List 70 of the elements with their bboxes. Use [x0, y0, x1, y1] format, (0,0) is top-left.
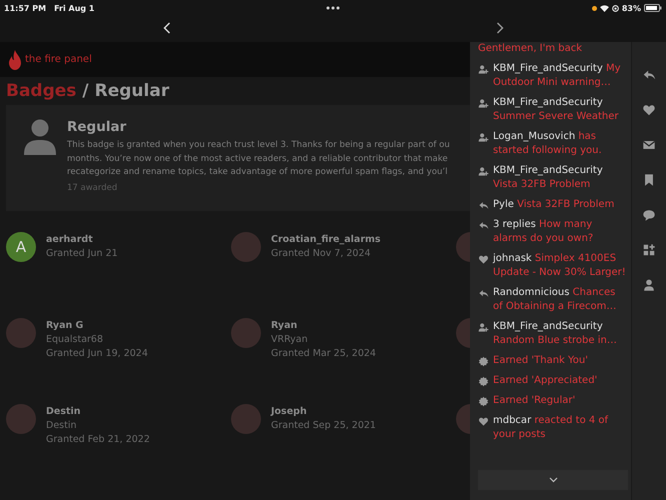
notification-item[interactable]: Pyle Vista 32FB Problem [493, 198, 614, 212]
indicator-dot-icon [592, 6, 597, 10]
notification-item[interactable]: KBM_Fire_andSecurity Summer Severe Weather [493, 96, 626, 124]
battery-percent: 83% [622, 4, 641, 12]
notification-item[interactable]: Logan_Musovich has started following you. [493, 130, 626, 158]
badge-icon [478, 396, 489, 407]
user-name[interactable]: Ryan [271, 318, 376, 331]
notification-item[interactable]: 3 replies How many alarms do you own? [493, 218, 626, 246]
user-name[interactable]: Destin [46, 404, 150, 417]
badge-title: Regular [67, 119, 128, 135]
reply-icon[interactable] [642, 68, 656, 82]
notification-item[interactable]: Earned 'Thank You' [493, 354, 588, 368]
breadcrumb-separator: / [82, 81, 89, 101]
apps-icon[interactable] [642, 243, 656, 257]
back-chevron-icon[interactable] [162, 22, 170, 34]
user-add-icon [478, 64, 489, 75]
user-avatar[interactable]: A [6, 232, 36, 262]
notification-item[interactable]: johnask Simplex 4100ES Update - Now 30% Larger! [493, 252, 626, 280]
status-time: 11:57 PM [4, 4, 46, 12]
member-detail: Equalstar68 [46, 334, 104, 345]
notification-item[interactable]: Gentlemen, I'm back [478, 42, 582, 56]
user-add-icon [478, 166, 489, 177]
battery-icon [644, 4, 662, 12]
heart-icon [478, 416, 489, 427]
forward-chevron-icon[interactable] [496, 22, 504, 34]
member-detail: VRRyan [271, 334, 309, 345]
user-name[interactable]: Croatian_fire_alarms [271, 232, 381, 245]
user-add-icon [478, 98, 489, 109]
member-detail: Granted Jun 19, 2024 [46, 348, 148, 359]
notification-item[interactable]: KBM_Fire_andSecurity Random Blue strobe in… [493, 320, 626, 348]
heart-icon [478, 254, 489, 265]
chat-icon[interactable] [642, 208, 656, 222]
user-name[interactable]: Ryan G [46, 318, 148, 331]
mail-icon[interactable] [642, 138, 656, 152]
notification-item[interactable]: Earned 'Appreciated' [493, 374, 598, 388]
user-icon[interactable] [642, 278, 656, 292]
member-detail: Granted Sep 25, 2021 [271, 420, 376, 431]
user-name[interactable]: Joseph [271, 404, 376, 417]
notification-item[interactable]: mdbcar reacted to 4 of your posts [493, 414, 626, 442]
reply-icon [478, 288, 489, 299]
notification-item[interactable]: Earned 'Regular' [493, 394, 576, 408]
user-add-icon [478, 132, 489, 143]
badge-description: months. You’re now one of the most active readers, and a reliable contributor that make [67, 152, 449, 166]
notification-item[interactable]: KBM_Fire_andSecurity My Outdoor Mini warning… [493, 62, 626, 90]
user-icon [24, 119, 56, 155]
notification-item[interactable]: Randomnicious Chances of Obtaining a Firecom… [493, 286, 626, 314]
flame-icon [8, 50, 22, 70]
user-name[interactable]: aerhardt [46, 232, 118, 245]
status-date: Fri Aug 1 [54, 4, 94, 12]
awarded-count: 17 awarded [67, 182, 118, 192]
badge-icon [478, 356, 489, 367]
badge-description: recategorize and rename topics, take advantage of more powerful spam flags, and you’l [67, 166, 449, 179]
member-detail: Granted Jun 21 [46, 248, 118, 259]
badge-description: This badge is granted when you reach trust level 3. Thanks for being a regular part of ou [67, 139, 450, 152]
user-add-icon [478, 322, 489, 333]
reply-icon [478, 220, 489, 231]
member-detail: Destin [46, 420, 78, 431]
page-title: Regular [94, 81, 170, 101]
chevron-down-icon [548, 477, 558, 483]
notification-item[interactable]: KBM_Fire_andSecurity Vista 32FB Problem [493, 164, 626, 192]
heart-icon[interactable] [642, 103, 656, 117]
member-detail: Granted Feb 21, 2022 [46, 434, 150, 445]
member-detail: Granted Mar 25, 2024 [271, 348, 376, 359]
rotation-lock-icon [612, 4, 619, 12]
more-dots-icon[interactable] [326, 6, 340, 10]
reply-icon [478, 200, 489, 211]
badge-icon [478, 376, 489, 387]
site-logo-text[interactable]: the fire panel [25, 54, 92, 65]
member-detail: Granted Nov 7, 2024 [271, 248, 372, 259]
wifi-icon [600, 4, 609, 12]
